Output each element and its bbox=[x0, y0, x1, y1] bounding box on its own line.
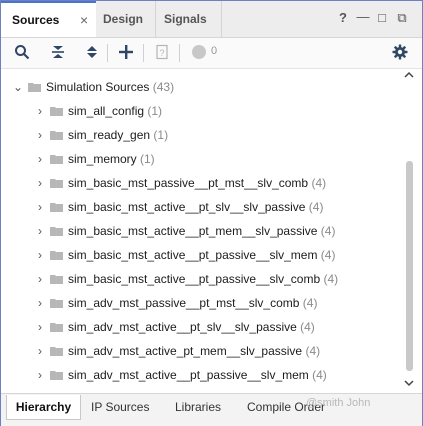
tree-item-label: sim_all_config (1) bbox=[68, 104, 163, 118]
expand-all-icon[interactable] bbox=[83, 44, 101, 62]
panel-tab-bar: Sources × Design Signals ? — □ ⧉ bbox=[1, 1, 422, 38]
help-icon[interactable]: ? bbox=[336, 11, 350, 25]
folder-icon bbox=[50, 274, 63, 284]
chevron-right-icon[interactable]: › bbox=[35, 149, 45, 169]
chevron-right-icon[interactable]: › bbox=[35, 293, 45, 313]
chevron-down-icon[interactable]: ⌄ bbox=[13, 77, 23, 97]
chevron-right-icon[interactable]: › bbox=[35, 173, 45, 193]
tab-design[interactable]: Design bbox=[97, 1, 156, 37]
message-count: 0 bbox=[211, 45, 218, 57]
tree-item-row[interactable]: › sim_basic_mst_active__pt_slv__slv_pass… bbox=[1, 197, 401, 221]
chevron-right-icon[interactable]: › bbox=[35, 317, 45, 337]
tree-item-label: sim_ready_gen (1) bbox=[68, 128, 169, 142]
tree-item-row[interactable]: › sim_basic_mst_active__pt_mem__slv_pass… bbox=[1, 221, 401, 245]
tab-libraries[interactable]: Libraries bbox=[175, 394, 221, 420]
sources-panel: Sources × Design Signals ? — □ ⧉ ? 0 ⌄ S… bbox=[0, 0, 423, 426]
chevron-right-icon[interactable]: › bbox=[35, 245, 45, 265]
tree-item-label: sim_basic_mst_active__pt_slv__slv_passiv… bbox=[68, 200, 324, 214]
scroll-up-icon[interactable] bbox=[403, 71, 415, 83]
tree-item-label: sim_basic_mst_active__pt_passive__slv_me… bbox=[68, 248, 336, 262]
chevron-right-icon[interactable]: › bbox=[35, 101, 45, 121]
gear-icon[interactable] bbox=[391, 44, 409, 62]
tree-item-label: sim_memory (1) bbox=[68, 152, 155, 166]
folder-icon bbox=[28, 82, 41, 92]
minimize-icon[interactable]: — bbox=[356, 10, 370, 24]
tree-item-label: sim_adv_mst_active_pt_mem__slv_passive (… bbox=[68, 344, 321, 358]
tree-item-label: sim_adv_mst_active__pt_passive__slv_mem … bbox=[68, 368, 327, 382]
add-sources-icon[interactable] bbox=[117, 44, 135, 62]
tree-root-row[interactable]: ⌄ Simulation Sources (43) bbox=[1, 77, 401, 101]
tree-item-row[interactable]: › sim_adv_mst_active__pt_slv__slv_passiv… bbox=[1, 317, 401, 341]
chevron-right-icon[interactable]: › bbox=[35, 269, 45, 289]
tree-item-row[interactable]: › sim_adv_mst_active_pt_mem__slv_passive… bbox=[1, 341, 401, 365]
chevron-right-icon[interactable]: › bbox=[35, 125, 45, 145]
tab-sources[interactable]: Sources × bbox=[1, 1, 96, 37]
search-icon[interactable] bbox=[13, 44, 31, 62]
watermark-text: @smith John bbox=[306, 397, 371, 409]
chevron-right-icon[interactable]: › bbox=[35, 365, 45, 385]
folder-icon bbox=[50, 202, 63, 212]
tree-item-label: sim_basic_mst_active__pt_passive__slv_co… bbox=[68, 272, 339, 286]
tab-signals[interactable]: Signals bbox=[157, 1, 222, 37]
folder-icon bbox=[50, 346, 63, 356]
tree-item-label: sim_basic_mst_active__pt_mem__slv_passiv… bbox=[68, 224, 336, 238]
vertical-scrollbar[interactable] bbox=[401, 69, 417, 391]
tree-item-label: sim_basic_mst_passive__pt_mst__slv_comb … bbox=[68, 176, 327, 190]
tree-item-row[interactable]: › sim_adv_mst_passive__pt_mst__slv_comb … bbox=[1, 293, 401, 317]
maximize-icon[interactable]: □ bbox=[375, 11, 389, 25]
tree-item-row[interactable]: › sim_basic_mst_active__pt_passive__slv_… bbox=[1, 269, 401, 293]
tab-hierarchy[interactable]: Hierarchy bbox=[6, 395, 81, 420]
collapse-all-icon[interactable] bbox=[49, 44, 67, 62]
scrollbar-thumb[interactable] bbox=[406, 161, 413, 371]
tab-sources-label: Sources bbox=[12, 13, 60, 27]
folder-icon bbox=[50, 106, 63, 116]
source-tree: ⌄ Simulation Sources (43) › sim_all_conf… bbox=[1, 77, 401, 391]
toolbar-divider bbox=[179, 44, 180, 62]
folder-icon bbox=[50, 370, 63, 380]
unknown-file-icon[interactable]: ? bbox=[153, 44, 171, 62]
tree-item-row[interactable]: › sim_basic_mst_passive__pt_mst__slv_com… bbox=[1, 173, 401, 197]
tree-item-label: sim_adv_mst_active__pt_slv__slv_passive … bbox=[68, 320, 315, 334]
folder-icon bbox=[50, 298, 63, 308]
tree-item-row[interactable]: › sim_all_config (1) bbox=[1, 101, 401, 125]
tree-item-row[interactable]: › sim_adv_mst_active__pt_passive__slv_me… bbox=[1, 365, 401, 389]
tree-item-row[interactable]: › sim_basic_mst_active__pt_passive__slv_… bbox=[1, 245, 401, 269]
tree-item-row[interactable]: › sim_ready_gen (1) bbox=[1, 125, 401, 149]
folder-icon bbox=[50, 154, 63, 164]
svg-text:?: ? bbox=[159, 48, 164, 58]
tab-design-label: Design bbox=[103, 12, 144, 26]
chevron-right-icon[interactable]: › bbox=[35, 221, 45, 241]
folder-icon bbox=[50, 322, 63, 332]
tab-ip-sources[interactable]: IP Sources bbox=[91, 394, 149, 420]
tree-item-label: sim_adv_mst_passive__pt_mst__slv_comb (4… bbox=[68, 296, 318, 310]
tree-root-label: Simulation Sources (43) bbox=[46, 80, 175, 94]
restore-icon[interactable]: ⧉ bbox=[395, 11, 409, 25]
status-indicator-icon bbox=[192, 45, 206, 59]
toolbar: ? 0 bbox=[1, 38, 422, 69]
chevron-right-icon[interactable]: › bbox=[35, 341, 45, 361]
scroll-down-icon[interactable] bbox=[403, 379, 415, 391]
toolbar-divider bbox=[107, 44, 108, 62]
folder-icon bbox=[50, 226, 63, 236]
folder-icon bbox=[50, 250, 63, 260]
folder-icon bbox=[50, 178, 63, 188]
tab-signals-label: Signals bbox=[164, 12, 207, 26]
toolbar-divider bbox=[143, 44, 144, 62]
tree-item-row[interactable]: › sim_memory (1) bbox=[1, 149, 401, 173]
folder-icon bbox=[50, 130, 63, 140]
close-icon[interactable]: × bbox=[80, 3, 88, 37]
chevron-right-icon[interactable]: › bbox=[35, 197, 45, 217]
